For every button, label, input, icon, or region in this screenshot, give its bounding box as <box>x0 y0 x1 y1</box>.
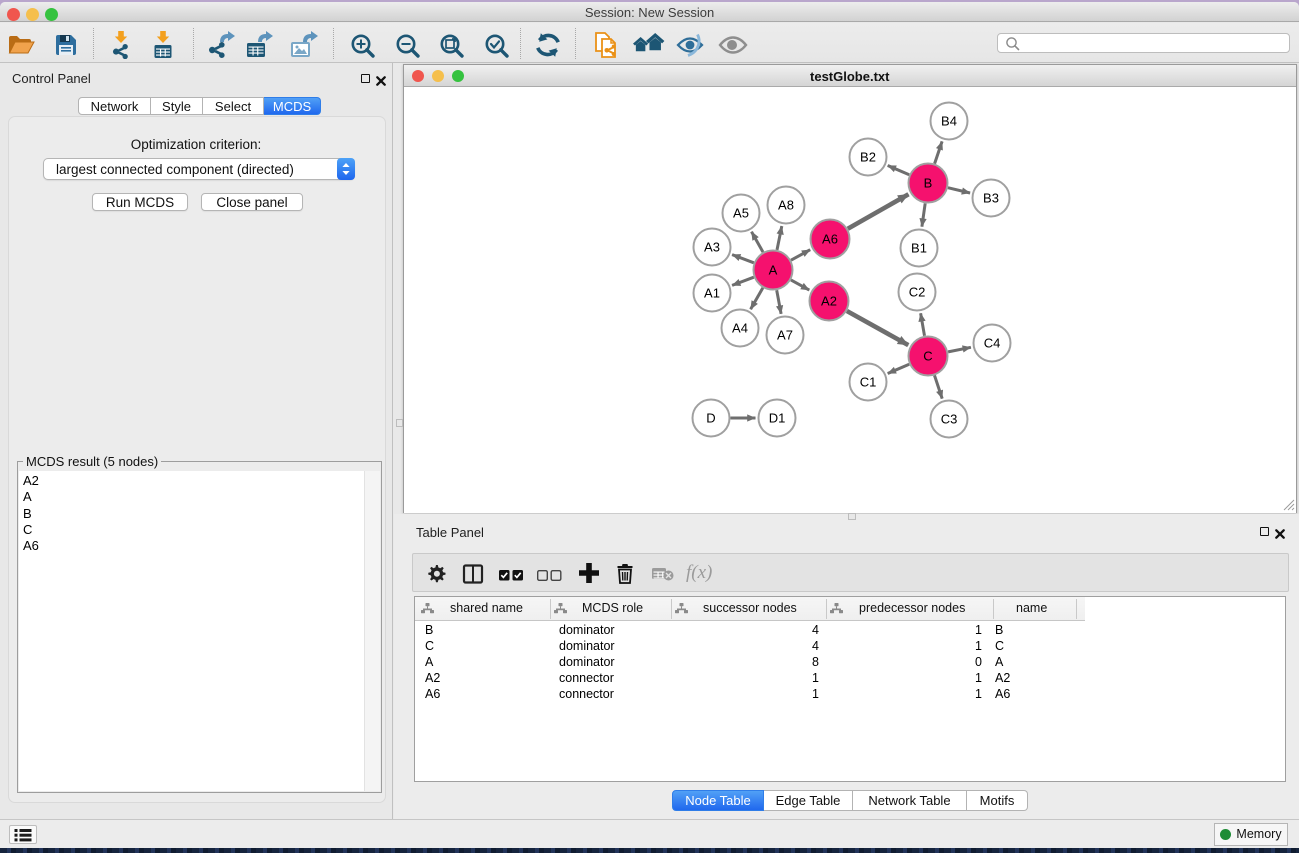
svg-text:A7: A7 <box>777 328 793 343</box>
svg-text:D1: D1 <box>768 411 785 426</box>
svg-text:C2: C2 <box>908 285 925 300</box>
svg-text:A1: A1 <box>704 286 720 301</box>
svg-text:A2: A2 <box>821 294 837 309</box>
svg-text:C3: C3 <box>940 412 957 427</box>
svg-text:B: B <box>923 176 932 191</box>
svg-text:B4: B4 <box>941 114 957 129</box>
svg-text:A3: A3 <box>704 240 720 255</box>
svg-text:B1: B1 <box>911 241 927 256</box>
svg-text:B3: B3 <box>983 191 999 206</box>
svg-text:B2: B2 <box>860 150 876 165</box>
svg-text:A8: A8 <box>778 198 794 213</box>
svg-text:A5: A5 <box>733 206 749 221</box>
svg-text:C: C <box>923 349 932 364</box>
svg-text:A4: A4 <box>732 321 748 336</box>
svg-text:C4: C4 <box>983 336 1000 351</box>
svg-text:C1: C1 <box>859 375 876 390</box>
svg-text:A6: A6 <box>822 232 838 247</box>
svg-text:A: A <box>768 263 777 278</box>
svg-text:D: D <box>706 411 715 426</box>
